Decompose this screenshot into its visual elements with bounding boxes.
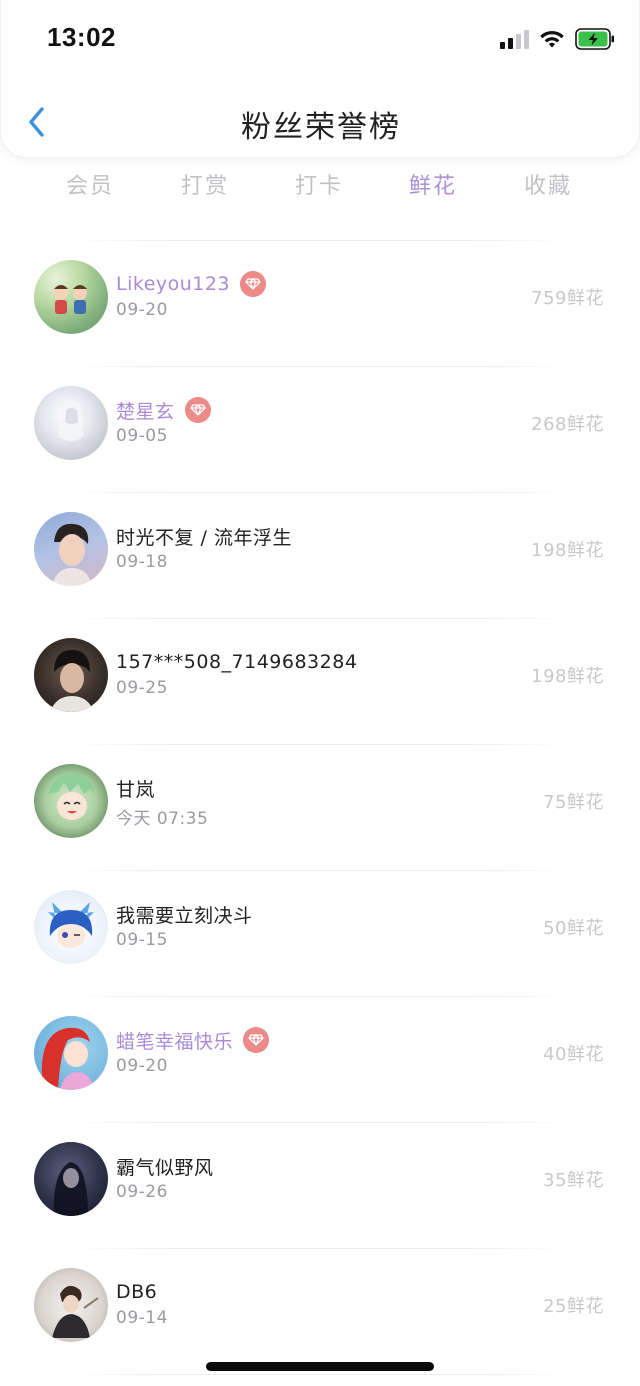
diamond-icon [184,397,211,423]
list-item[interactable]: 甘岚 今天 07:35 75鲜花 [0,744,640,870]
name-line: 霸气似野风 [116,1152,214,1180]
flower-count: 50鲜花 [543,918,604,939]
avatar[interactable] [34,386,108,460]
avatar[interactable] [34,1016,108,1090]
name-line: Likeyou123 [116,270,267,298]
list-item[interactable]: 时光不复 / 流年浮生 09-18 198鲜花 [0,492,640,618]
user-name: 蜡笔幸福快乐 [116,1030,234,1053]
user-name: 甘岚 [116,778,156,801]
name-line: DB6 [116,1278,157,1306]
avatar[interactable] [34,260,108,334]
battery-charging-icon [575,28,615,50]
name-line: 我需要立刻决斗 [116,900,253,928]
avatar[interactable] [34,512,108,586]
date: 09-20 [116,1056,168,1076]
nav-bar: 粉丝荣誉榜 [1,90,640,154]
date: 09-14 [116,1308,168,1328]
list-item[interactable]: 霸气似野风 09-26 35鲜花 [0,1122,640,1248]
diamond-icon [240,271,267,297]
page-title: 粉丝荣誉榜 [241,110,401,145]
list-item[interactable]: 蜡笔幸福快乐 09-20 40鲜花 [0,996,640,1122]
header-card: 13:02 粉丝荣誉榜 [0,0,640,158]
list-item[interactable]: DB6 09-14 25鲜花 [0,1248,640,1374]
tab-bar: 会员 打赏 打卡 鲜花 收藏 [0,168,640,212]
flower-count: 759鲜花 [531,288,604,309]
user-name: 时光不复 / 流年浮生 [116,526,292,549]
home-indicator[interactable] [206,1362,434,1371]
user-name: 157***508_7149683284 [116,651,358,673]
status-time: 13:02 [47,22,116,52]
tab-members[interactable]: 会员 [45,168,135,200]
date: 09-18 [116,552,168,572]
flower-count: 25鲜花 [543,1296,604,1317]
date: 09-20 [116,300,168,320]
name-line: 蜡笔幸福快乐 [116,1026,270,1054]
flower-count: 198鲜花 [531,540,604,561]
user-name: 楚星玄 [116,400,175,423]
list-item[interactable]: 我需要立刻决斗 09-15 50鲜花 [0,870,640,996]
flower-count: 198鲜花 [531,666,604,687]
user-name: DB6 [116,1281,158,1303]
tab-favorites[interactable]: 收藏 [503,168,593,200]
avatar[interactable] [34,890,108,964]
name-line: 157***508_7149683284 [116,648,357,676]
user-name: 霸气似野风 [116,1156,214,1179]
list-item[interactable]: 157***508_7149683284 09-25 198鲜花 [0,618,640,744]
date: 09-15 [116,930,168,950]
flower-count: 75鲜花 [543,792,604,813]
status-icons [500,26,615,52]
tab-rewards[interactable]: 打赏 [160,168,250,200]
name-line: 楚星玄 [116,396,211,424]
wifi-icon [539,29,565,49]
list-item[interactable]: 楚星玄 09-05 268鲜花 [0,366,640,492]
avatar[interactable] [34,638,108,712]
name-line: 时光不复 / 流年浮生 [116,522,292,550]
avatar[interactable] [34,1142,108,1216]
list-item[interactable]: Likeyou123 09-20 759鲜花 [0,240,640,366]
flower-count: 40鲜花 [543,1044,604,1065]
flower-count: 268鲜花 [531,414,604,435]
divider [70,1374,570,1375]
status-bar: 13:02 [1,0,640,80]
date: 09-26 [116,1182,168,1202]
cellular-signal-icon [500,29,529,49]
screen: 13:02 粉丝荣誉榜 会员 打赏 打卡 鲜花 收藏 Likeyou123 09… [0,0,640,1386]
tab-checkin[interactable]: 打卡 [274,168,364,200]
user-name: Likeyou123 [116,273,231,295]
diamond-icon [243,1027,270,1053]
avatar[interactable] [34,1268,108,1342]
date: 09-25 [116,678,168,698]
flower-count: 35鲜花 [543,1170,604,1191]
name-line: 甘岚 [116,774,155,802]
date: 今天 07:35 [116,809,209,829]
user-name: 我需要立刻决斗 [116,904,253,927]
avatar[interactable] [34,764,108,838]
tab-flowers[interactable]: 鲜花 [388,168,478,200]
date: 09-05 [116,426,168,446]
